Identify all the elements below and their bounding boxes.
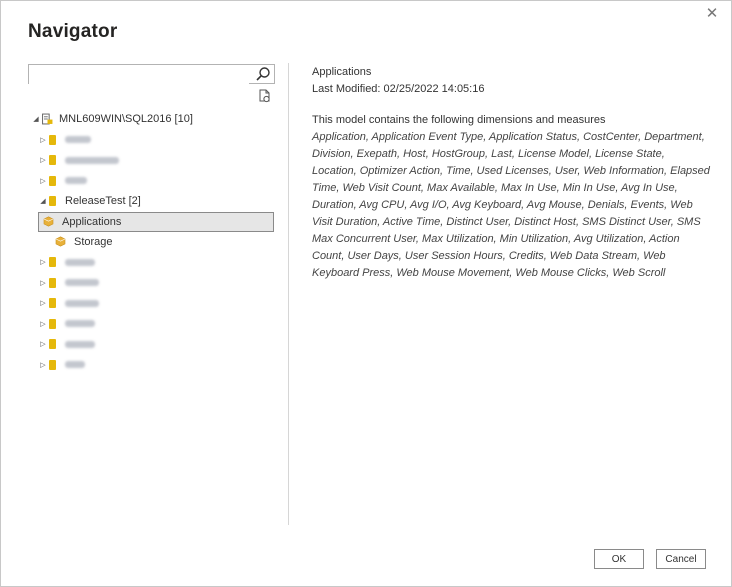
dialog-title: Navigator [28, 21, 118, 42]
search-input[interactable] [29, 66, 249, 84]
tree-item-database[interactable]: ▷ [30, 334, 276, 355]
tree-item-database[interactable]: ▷ [30, 252, 276, 273]
redacted-label [65, 177, 87, 185]
database-icon [49, 257, 56, 268]
tree-item-releasetest[interactable]: ◢ ReleaseTest [2] [30, 191, 276, 212]
expand-caret-icon[interactable]: ▷ [37, 279, 49, 287]
tree-item-database[interactable]: ▷ [30, 171, 276, 192]
expand-caret-icon[interactable]: ▷ [37, 361, 49, 369]
database-icon [49, 134, 56, 145]
details-field-list: Application, Application Event Type, App… [312, 131, 710, 279]
ok-button[interactable]: OK [594, 549, 644, 569]
tree-item-label: MNL609WIN\SQL2016 [10] [59, 113, 193, 126]
close-icon: ✕ [705, 5, 719, 22]
redacted-label [65, 320, 95, 328]
tree-item-label: Applications [62, 215, 122, 228]
database-icon [49, 318, 56, 329]
search-box [28, 64, 275, 84]
refresh-icon[interactable] [258, 89, 272, 103]
redacted-label [65, 361, 85, 369]
expand-caret-icon[interactable]: ▷ [37, 177, 49, 185]
tree-item-database[interactable]: ▷ [30, 355, 276, 376]
tree-item-label: ReleaseTest [2] [65, 195, 141, 208]
redacted-label [65, 156, 119, 164]
tree-item-database[interactable]: ▷ [30, 314, 276, 335]
redacted-label [65, 279, 99, 287]
database-icon [49, 277, 56, 288]
redacted-label [65, 258, 95, 266]
tree-item-database[interactable]: ▷ [30, 273, 276, 294]
tree-item-database[interactable]: ▷ [30, 293, 276, 314]
database-icon [49, 339, 56, 350]
redacted-label [65, 299, 99, 307]
database-icon [49, 298, 56, 309]
expand-caret-icon[interactable]: ▷ [37, 156, 49, 164]
expand-caret-icon[interactable]: ▷ [37, 258, 49, 266]
redacted-label [65, 340, 95, 348]
redacted-label [65, 136, 91, 144]
database-icon [49, 359, 56, 370]
pane-divider[interactable] [288, 63, 289, 525]
expand-caret-icon[interactable]: ▷ [37, 340, 49, 348]
collapse-caret-icon[interactable]: ◢ [30, 115, 42, 123]
tree-item-database[interactable]: ▷ [30, 130, 276, 151]
details-name: Applications [312, 66, 372, 78]
search-icon[interactable] [255, 66, 271, 82]
tree-item-storage[interactable]: Storage [30, 232, 276, 253]
details-pane: Applications Last Modified: 02/25/2022 1… [312, 64, 712, 282]
cube-icon [55, 236, 66, 247]
expand-caret-icon[interactable]: ▷ [37, 320, 49, 328]
expand-caret-icon[interactable]: ▷ [37, 299, 49, 307]
cancel-button[interactable]: Cancel [656, 549, 706, 569]
cube-icon [43, 216, 54, 227]
tree-item-label: Storage [74, 235, 113, 248]
details-intro: This model contains the following dimens… [312, 114, 606, 126]
navigator-tree: ◢ MNL609WIN\SQL2016 [10] ▷ ▷ ▷ ◢ Release… [30, 109, 276, 375]
tree-item-database[interactable]: ▷ [30, 150, 276, 171]
close-button[interactable]: ✕ [703, 5, 721, 23]
navigator-dialog: ✕ Navigator ◢ MNL609WIN\SQL2016 [10] ▷ ▷… [0, 0, 732, 587]
collapse-caret-icon[interactable]: ◢ [37, 197, 49, 205]
database-icon [49, 196, 56, 207]
database-icon [49, 175, 56, 186]
database-icon [49, 155, 56, 166]
details-last-modified: Last Modified: 02/25/2022 14:05:16 [312, 83, 485, 95]
expand-caret-icon[interactable]: ▷ [37, 136, 49, 144]
server-database-icon [42, 113, 53, 125]
tree-item-applications[interactable]: Applications [38, 211, 274, 232]
tree-item-server[interactable]: ◢ MNL609WIN\SQL2016 [10] [30, 109, 276, 130]
